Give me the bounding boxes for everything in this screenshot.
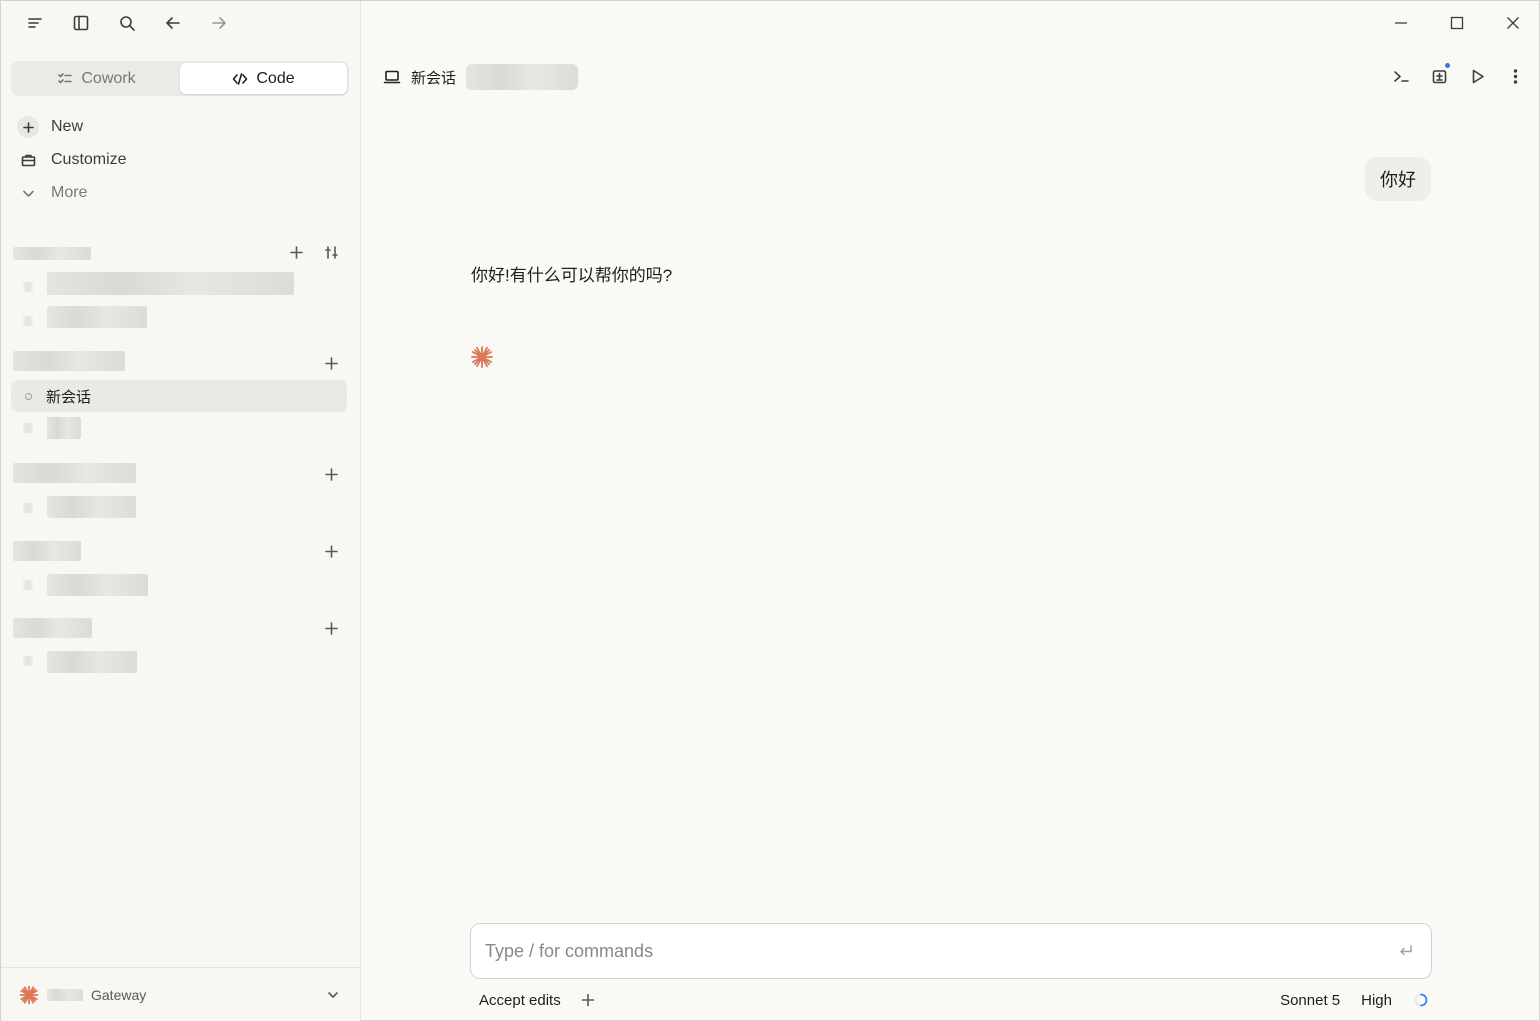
user-message: 你好 (1365, 157, 1431, 201)
composer-options: Accept edits Sonnet 5 High (479, 988, 1429, 1012)
code-mode-button[interactable]: Code (180, 63, 347, 94)
redacted-project-name (13, 463, 136, 483)
composer (470, 923, 1432, 979)
redacted-session-item[interactable] (47, 574, 148, 596)
model-settings: Sonnet 5 High (1280, 992, 1429, 1009)
prompt-input[interactable] (485, 940, 1395, 962)
redacted-project-path (466, 64, 579, 90)
back-arrow-icon[interactable] (161, 11, 185, 35)
redacted-item-icon (23, 503, 33, 513)
window-controls (1373, 7, 1540, 39)
code-icon (233, 72, 248, 85)
session-title: 新会话 (46, 388, 92, 406)
chevron-down-icon (17, 182, 39, 204)
add-session-button[interactable] (321, 541, 341, 561)
redacted-item-icon (23, 580, 33, 590)
model-selector[interactable]: Sonnet 5 (1280, 992, 1340, 1009)
play-icon[interactable] (1465, 63, 1489, 89)
close-icon[interactable] (1485, 7, 1540, 39)
permission-mode-button[interactable]: Accept edits (479, 992, 561, 1009)
session-status-icon (25, 392, 32, 400)
search-icon[interactable] (115, 11, 139, 35)
redacted-project-name (13, 351, 125, 371)
loading-spinner-icon (1414, 993, 1428, 1007)
session-item-active[interactable]: 新会话 (11, 380, 347, 412)
chevron-down-icon[interactable] (324, 986, 342, 1004)
redacted-session-item[interactable] (47, 306, 147, 328)
add-session-button[interactable] (286, 242, 306, 262)
session-header-title: 新会话 (411, 69, 457, 87)
briefcase-icon (17, 149, 39, 171)
app-window: Cowork Code New Customize More 新会话 Gatew… (0, 0, 1540, 1021)
cowork-mode-button[interactable]: Cowork (13, 63, 180, 94)
new-label: New (51, 118, 84, 135)
assistant-message: 你好!有什么可以帮你的吗? (471, 266, 673, 285)
redacted-session-item[interactable] (47, 272, 294, 295)
plus-icon (17, 116, 39, 138)
sidebar-toggle-icon[interactable] (69, 11, 93, 35)
diff-icon[interactable] (1427, 63, 1451, 89)
filter-icon[interactable] (321, 242, 341, 262)
redacted-session-item[interactable] (47, 496, 136, 518)
redacted-session-item[interactable] (47, 417, 81, 439)
forward-arrow-icon[interactable] (207, 11, 231, 35)
cowork-label: Cowork (81, 69, 136, 87)
add-session-button[interactable] (321, 353, 341, 373)
maximize-icon[interactable] (1429, 7, 1485, 39)
plus-icon[interactable] (579, 991, 597, 1009)
sidebar: Cowork Code New Customize More 新会话 Gatew… (1, 1, 361, 1021)
sidebar-toolbar (23, 11, 231, 35)
notification-dot (1445, 63, 1450, 68)
redacted-item-icon (23, 282, 33, 292)
add-session-button[interactable] (321, 464, 341, 484)
more-label: More (51, 184, 88, 201)
customize-label: Customize (51, 151, 127, 168)
redacted-project-name (13, 618, 92, 638)
redacted-item-icon (23, 316, 33, 326)
redacted-account-name (47, 989, 83, 1001)
add-session-button[interactable] (321, 618, 341, 638)
redacted-item-icon (23, 656, 33, 666)
menu-icon[interactable] (23, 11, 47, 35)
header-toolbar (1389, 63, 1527, 89)
mode-toggle: Cowork Code (11, 61, 349, 96)
main-panel: 新会话 你好 你好!有什么可以帮你的吗? Type / for commands… (361, 1, 1540, 1021)
redacted-session-item[interactable] (47, 651, 137, 673)
minimize-icon[interactable] (1373, 7, 1429, 39)
code-label: Code (256, 69, 295, 87)
laptop-icon (383, 70, 401, 84)
more-vertical-icon[interactable] (1503, 63, 1527, 89)
terminal-icon[interactable] (1389, 63, 1413, 89)
session-header: 新会话 (383, 63, 579, 91)
account-switcher[interactable]: Gateway (1, 967, 360, 1021)
more-button[interactable]: More (17, 179, 87, 207)
thinking-spark-icon (470, 345, 494, 369)
enter-icon[interactable] (1395, 940, 1417, 962)
effort-selector[interactable]: High (1361, 992, 1392, 1009)
customize-button[interactable]: Customize (17, 146, 127, 174)
claude-logo-icon (19, 985, 39, 1005)
checklist-icon (58, 72, 73, 83)
redacted-project-name (13, 247, 91, 260)
new-session-button[interactable]: New (17, 113, 83, 141)
redacted-project-name (13, 541, 81, 561)
account-label: Gateway (91, 987, 147, 1003)
redacted-item-icon (23, 423, 33, 433)
